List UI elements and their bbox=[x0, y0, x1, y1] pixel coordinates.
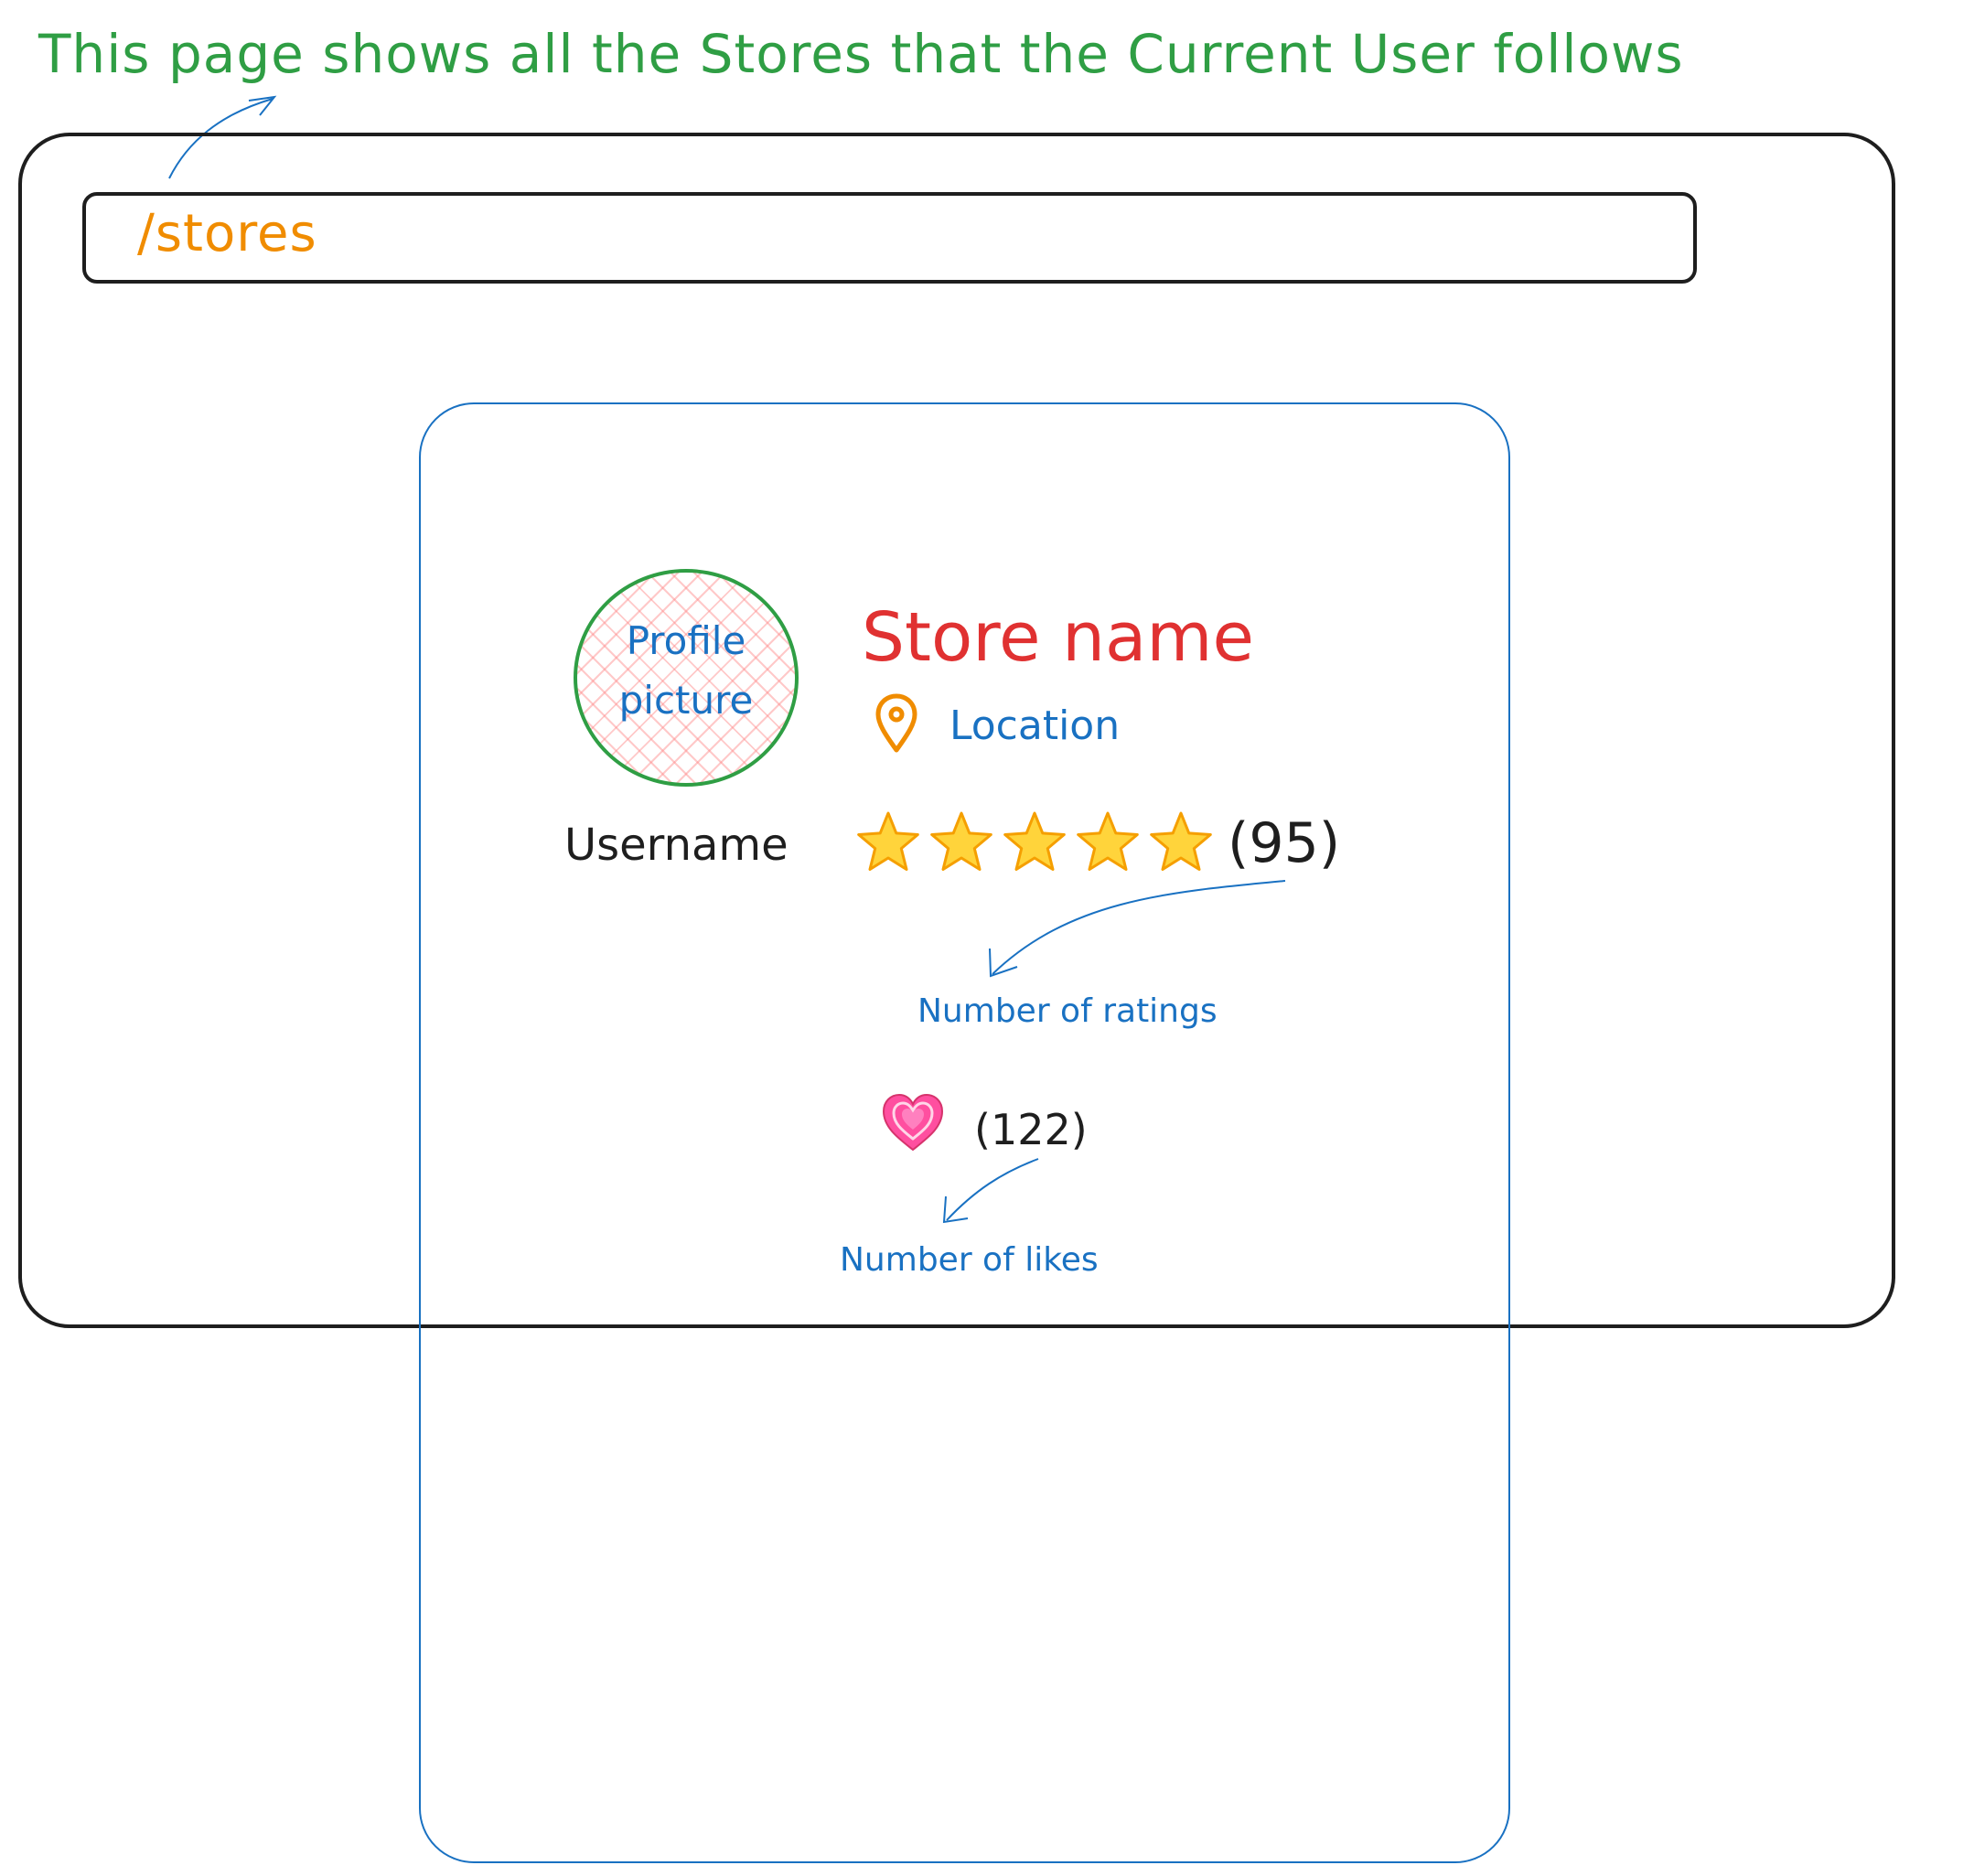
likes-count: (122) bbox=[974, 1105, 1088, 1154]
store-location: Location bbox=[949, 702, 1121, 749]
ratings-annotation-arrow bbox=[989, 880, 1286, 978]
address-url[interactable]: /stores bbox=[137, 209, 317, 260]
page-description-annotation: This page shows all the Stores that the … bbox=[38, 23, 1684, 85]
star-icon bbox=[930, 811, 992, 871]
rating-stars bbox=[855, 809, 1214, 874]
star-icon bbox=[1003, 811, 1066, 871]
heart-icon bbox=[882, 1093, 944, 1152]
store-username: Username bbox=[564, 820, 789, 871]
address-bar[interactable] bbox=[82, 192, 1697, 284]
star-icon bbox=[1150, 811, 1212, 871]
map-pin-icon bbox=[875, 693, 917, 753]
star-icon bbox=[857, 811, 919, 871]
profile-picture-label: Profile picture bbox=[618, 618, 754, 724]
profile-picture-placeholder[interactable]: Profile picture bbox=[574, 569, 799, 787]
rating-count: (95) bbox=[1228, 811, 1341, 875]
star-icon bbox=[1077, 811, 1139, 871]
likes-annotation-arrow bbox=[942, 1158, 1039, 1224]
ratings-annotation: Number of ratings bbox=[917, 992, 1218, 1030]
likes-annotation: Number of likes bbox=[840, 1241, 1099, 1279]
store-name[interactable]: Store name bbox=[862, 604, 1254, 671]
